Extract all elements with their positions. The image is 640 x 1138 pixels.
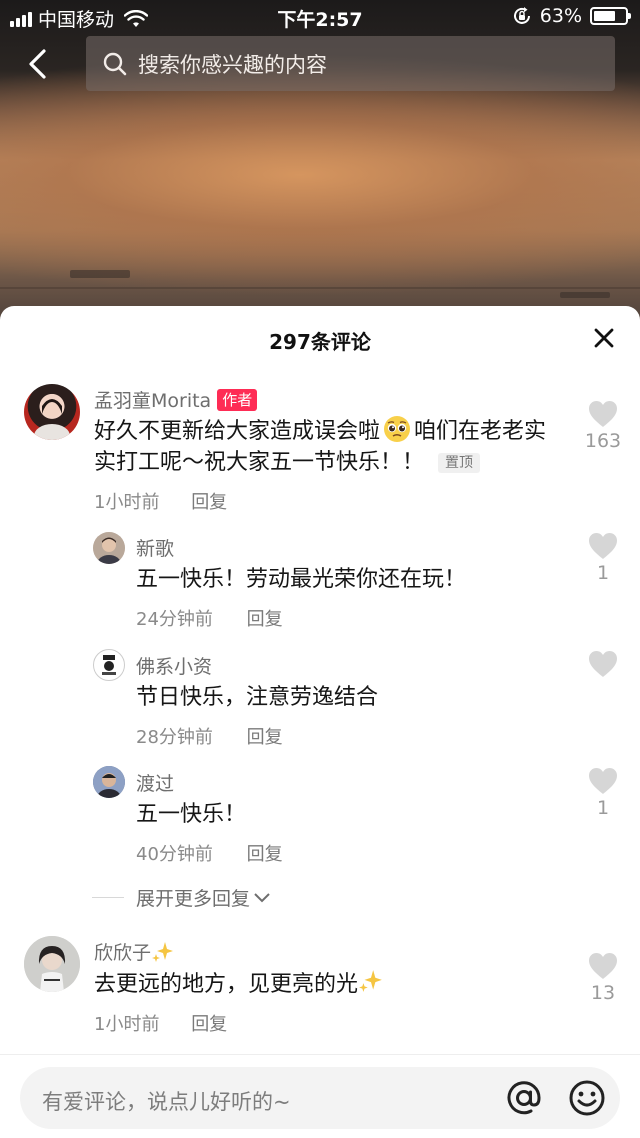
avatar-figure: [34, 399, 70, 440]
reply-meta: 28分钟前 回复: [136, 723, 283, 749]
comment-input-bar: 有爱评论，说点儿好听的~: [0, 1054, 640, 1138]
like-count: 1: [596, 562, 610, 584]
avatar[interactable]: [93, 766, 125, 798]
like-button[interactable]: 1: [578, 767, 628, 819]
sparkle-icon: [359, 970, 382, 992]
heart-icon: [589, 651, 617, 677]
reply-button[interactable]: 回复: [247, 609, 283, 630]
search-placeholder: 搜索你感兴趣的内容: [138, 52, 327, 77]
comment-nickname[interactable]: 孟羽童Morita 作者: [94, 386, 258, 413]
comment-meta: 1小时前 回复: [94, 488, 227, 514]
avatar[interactable]: [24, 384, 80, 440]
reply-button[interactable]: 回复: [191, 492, 227, 513]
reply-text[interactable]: 五一快乐！劳动最光荣你还在玩！: [136, 564, 566, 595]
divider: [92, 897, 124, 898]
comment-meta: 1小时前 回复: [94, 1010, 227, 1036]
expand-replies-label: 展开更多回复: [136, 888, 251, 910]
sheet-header: 297条评论: [0, 306, 640, 368]
reply-item: 渡过 五一快乐！ 40分钟前 回复 1: [0, 763, 640, 873]
battery-percent: 63%: [539, 5, 582, 27]
reply-time: 28分钟前: [136, 727, 213, 748]
back-arrow-icon: [29, 49, 46, 79]
reply-item: 新歌 五一快乐！劳动最光荣你还在玩！ 24分钟前 回复 1: [0, 528, 640, 638]
like-button[interactable]: 163: [578, 400, 628, 452]
search-icon: [103, 52, 127, 75]
search-input[interactable]: 搜索你感兴趣的内容: [86, 36, 615, 91]
nickname-text: 欣欣子: [94, 942, 152, 964]
status-right: 63%: [512, 5, 631, 27]
comment-text[interactable]: 去更远的地方，见更亮的光: [94, 968, 564, 1000]
reply-meta: 24分钟前 回复: [136, 605, 283, 631]
comment-input[interactable]: 有爱评论，说点儿好听的~: [20, 1067, 620, 1129]
avatar[interactable]: [24, 936, 80, 992]
comment-item: 欣欣子 去更远的地方，见更亮的光 1小时前 回复 13: [0, 936, 640, 1046]
emoji-icon[interactable]: [568, 1079, 606, 1117]
pinned-tag: 置顶: [438, 453, 481, 473]
comment-text-part1: 好久不更新给大家造成误会啦: [94, 419, 381, 444]
heart-icon: [589, 401, 617, 427]
reply-nickname[interactable]: 渡过: [136, 769, 174, 796]
comment-input-placeholder: 有爱评论，说点儿好听的~: [42, 1090, 291, 1114]
boat-shape: [560, 292, 610, 298]
avatar-figure: [102, 655, 116, 675]
close-icon[interactable]: [590, 324, 618, 352]
avatar-figure: [93, 532, 125, 564]
like-button[interactable]: [578, 650, 628, 680]
reply-nickname[interactable]: 佛系小资: [136, 652, 212, 679]
reply-time: 40分钟前: [136, 844, 213, 865]
comment-nickname[interactable]: 欣欣子: [94, 938, 175, 965]
reply-text[interactable]: 五一快乐！: [136, 799, 566, 830]
like-button[interactable]: 13: [578, 952, 628, 1004]
reply-nickname[interactable]: 新歌: [136, 534, 174, 561]
comment-time: 1小时前: [94, 492, 160, 513]
author-tag: 作者: [217, 388, 258, 411]
like-button[interactable]: 1: [578, 532, 628, 584]
like-count: 13: [590, 982, 616, 1004]
comment-time: 1小时前: [94, 1014, 160, 1035]
reply-meta: 40分钟前 回复: [136, 840, 283, 866]
comment-text[interactable]: 好久不更新给大家造成误会啦 咱们在老老实实打工呢～祝大家五一节快乐！！ 置顶: [94, 414, 564, 478]
reply-item: 佛系小资 节日快乐，注意劳逸结合 28分钟前 回复: [0, 646, 640, 756]
comments-sheet: 297条评论 孟羽童Morita 作者 好久不更新给大家造成误会啦 咱们在老老实实…: [0, 306, 640, 1138]
comment-count-title: 297条评论: [269, 330, 371, 354]
expand-replies-button[interactable]: 展开更多回复: [92, 884, 271, 911]
battery-icon: [590, 7, 631, 25]
boat-shape: [70, 270, 130, 278]
nickname-text: 孟羽童Morita: [94, 390, 212, 412]
horizon-line: [0, 287, 640, 289]
chevron-down-icon: [254, 892, 270, 902]
reply-text[interactable]: 节日快乐，注意劳逸结合: [136, 682, 566, 713]
pleading-face-icon: [384, 416, 411, 442]
avatar[interactable]: [93, 649, 125, 681]
heart-icon: [589, 953, 617, 979]
at-icon[interactable]: [506, 1080, 542, 1116]
avatar-figure: [24, 936, 80, 992]
sparkle-icon: [152, 941, 174, 962]
reply-button[interactable]: 回复: [247, 844, 283, 865]
reply-button[interactable]: 回复: [191, 1014, 227, 1035]
comment-text-body: 去更远的地方，见更亮的光: [94, 972, 359, 997]
heart-icon: [589, 768, 617, 794]
rotation-lock-icon: [513, 7, 530, 24]
avatar[interactable]: [93, 532, 125, 564]
status-bar: 中国移动 下午2:57 63%: [0, 0, 640, 34]
like-count: 1: [596, 797, 610, 819]
reply-time: 24分钟前: [136, 609, 213, 630]
avatar-figure: [93, 766, 125, 798]
comment-item: 孟羽童Morita 作者 好久不更新给大家造成误会啦 咱们在老老实实打工呢～祝大家…: [0, 384, 640, 524]
like-count: 163: [584, 430, 622, 452]
reply-button[interactable]: 回复: [247, 727, 283, 748]
back-button[interactable]: [18, 44, 58, 84]
heart-icon: [589, 533, 617, 559]
